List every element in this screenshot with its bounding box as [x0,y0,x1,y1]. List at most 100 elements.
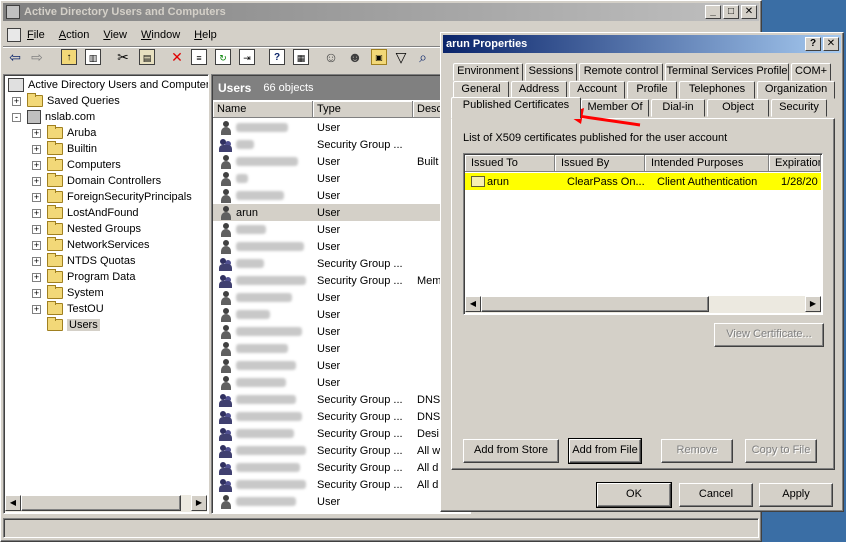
expand-icon[interactable]: + [32,256,41,266]
tree-root[interactable]: Active Directory Users and Computers [8,77,208,93]
column-type[interactable]: Type [313,101,413,118]
expand-icon[interactable]: + [32,176,41,186]
minimize-button[interactable]: _ [705,5,721,19]
menu-action[interactable]: Action [59,29,90,41]
tree-item-testou[interactable]: + TestOU [32,301,104,317]
tree-item-computers[interactable]: + Computers [32,157,121,173]
new-user-icon[interactable]: ☺ [323,49,339,65]
remove-button[interactable]: Remove [661,439,733,463]
tree-item-nslab-com[interactable]: - nslab.com [12,109,95,125]
tree-item-foreignsecurityprincipals[interactable]: + ForeignSecurityPrincipals [32,189,192,205]
back-icon[interactable]: ⇦ [7,49,23,65]
list-item[interactable]: User [213,493,469,510]
expand-icon[interactable]: + [32,224,41,234]
tree-item-domain-controllers[interactable]: + Domain Controllers [32,173,161,189]
tree-item-lostandfound[interactable]: + LostAndFound [32,205,139,221]
copy-to-file-button[interactable]: Copy to File [745,439,817,463]
cert-row[interactable]: arun ClearPass On... Client Authenticati… [465,173,821,190]
expand-icon[interactable]: + [32,128,41,138]
new-ou-icon[interactable]: ▣ [371,49,387,65]
list-item[interactable]: User Built [213,153,469,170]
menu-window[interactable]: Window [141,29,180,41]
tree-hscrollbar[interactable]: ◀ ▶ [5,495,207,512]
list-item[interactable]: User [213,289,469,306]
expand-icon[interactable]: + [32,144,41,154]
help-icon[interactable]: ? [269,49,285,65]
tab-environment[interactable]: Environment [453,63,523,81]
cert-list[interactable]: Issued To Issued By Intended Purposes Ex… [463,153,823,315]
tree-scroll-thumb[interactable] [21,495,181,511]
tree-item-builtin[interactable]: + Builtin [32,141,97,157]
apply-button[interactable]: Apply [759,483,833,507]
ok-button[interactable]: OK [596,482,672,508]
tab-profile[interactable]: Profile [627,81,677,99]
expand-icon[interactable]: + [32,208,41,218]
tree-scroll-right[interactable]: ▶ [191,495,207,511]
list-item[interactable]: User [213,306,469,323]
list-item[interactable]: User [213,187,469,204]
expand-icon[interactable]: + [32,240,41,250]
list-item[interactable]: Security Group ... All d [213,476,469,493]
list-item[interactable]: Security Group ... DNS [213,408,469,425]
add-from-file-button[interactable]: Add from File [568,438,642,464]
cert-hscrollbar[interactable]: ◀ ▶ [465,296,821,313]
list-item[interactable]: User [213,323,469,340]
expand-icon[interactable]: + [12,96,21,106]
tree-item-nested-groups[interactable]: + Nested Groups [32,221,141,237]
tab-remote-control[interactable]: Remote control [579,63,663,81]
tree-item-saved-queries[interactable]: + Saved Queries [12,93,120,109]
tree-item-aruba[interactable]: + Aruba [32,125,96,141]
main-title-bar[interactable]: Active Directory Users and Computers _ □… [3,3,759,21]
cert-scroll-left[interactable]: ◀ [465,296,481,312]
list-item[interactable]: User [213,238,469,255]
tree-item-networkservices[interactable]: + NetworkServices [32,237,150,253]
tab-organization[interactable]: Organization [757,81,835,99]
forward-icon[interactable]: ⇨ [29,49,45,65]
list-item[interactable]: User [213,170,469,187]
cancel-button[interactable]: Cancel [679,483,753,507]
tab-member-of[interactable]: Member Of [581,99,649,117]
column-issued-by[interactable]: Issued By [555,155,645,172]
dialog-title-bar[interactable]: arun Properties ? ✕ [443,35,841,53]
list-item[interactable]: Security Group ... DNS [213,391,469,408]
expand-icon[interactable]: + [32,160,41,170]
tab-com-[interactable]: COM+ [791,63,831,81]
list-item[interactable]: User [213,119,469,136]
tab-dial-in[interactable]: Dial-in [651,99,705,117]
list-item[interactable]: Security Group ... [213,255,469,272]
tab-terminal-services-profile[interactable]: Terminal Services Profile [665,63,789,81]
cert-scroll-right[interactable]: ▶ [805,296,821,312]
tree-item-program-data[interactable]: + Program Data [32,269,135,285]
view-certificate-button[interactable]: View Certificate... [714,323,824,347]
menu-file[interactable]: File [27,29,45,41]
new-group-icon[interactable]: ☻ [347,49,363,65]
delete-icon[interactable]: ✕ [169,49,185,65]
tab-sessions[interactable]: Sessions [525,63,577,81]
collapse-icon[interactable]: - [12,112,21,122]
list-item[interactable]: User [213,374,469,391]
expand-icon[interactable]: + [32,288,41,298]
list-item[interactable]: Security Group ... Mem [213,272,469,289]
tree-item-users[interactable]: Users [32,317,100,333]
tab-security[interactable]: Security [771,99,827,117]
expand-icon[interactable]: + [32,304,41,314]
list-item[interactable]: User [213,357,469,374]
console-tree-icon[interactable]: ▦ [293,49,309,65]
column-issued-to[interactable]: Issued To [465,155,555,172]
list-item[interactable]: Security Group ... All d [213,459,469,476]
refresh-icon[interactable]: ↻ [215,49,231,65]
menu-help[interactable]: Help [194,29,217,41]
paste-icon[interactable]: ▤ [139,49,155,65]
tree-item-ntds-quotas[interactable]: + NTDS Quotas [32,253,135,269]
tree-item-system[interactable]: + System [32,285,104,301]
dialog-help-button[interactable]: ? [805,37,821,51]
menu-view[interactable]: View [103,29,127,41]
list-item[interactable]: Security Group ... Desi [213,425,469,442]
properties-icon[interactable]: ≡ [191,49,207,65]
cert-scroll-thumb[interactable] [481,296,709,312]
maximize-button[interactable]: □ [723,5,739,19]
export-icon[interactable]: ⇥ [239,49,255,65]
column-name[interactable]: Name [213,101,313,118]
list-item[interactable]: Security Group ... All w [213,442,469,459]
tree-scroll-left[interactable]: ◀ [5,495,21,511]
